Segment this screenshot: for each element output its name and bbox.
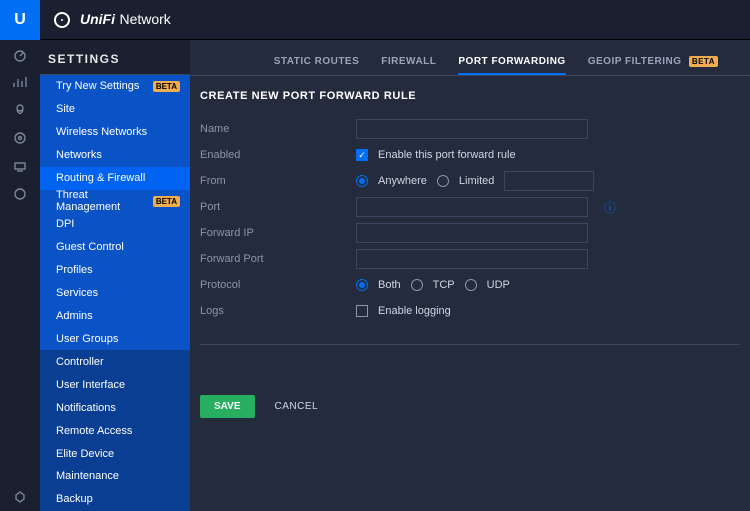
sidebar-item-backup[interactable]: Backup (40, 488, 190, 511)
sidebar-item-label: Try New Settings (56, 80, 139, 92)
tab-static-routes[interactable]: STATIC ROUTES (274, 50, 360, 75)
sidebar-item-guest-control[interactable]: Guest Control (40, 236, 190, 259)
protocol-udp-label: UDP (487, 279, 510, 291)
sidebar-item-notifications[interactable]: Notifications (40, 396, 190, 419)
settings-header: SETTINGS (48, 52, 120, 66)
protocol-udp-radio[interactable] (465, 279, 477, 291)
sidebar-item-label: Elite Device (56, 448, 114, 460)
beta-badge: BETA (153, 81, 180, 92)
port-info-icon[interactable]: ⓘ (604, 199, 616, 216)
clients-icon[interactable] (0, 152, 40, 180)
sidebar-item-label: Profiles (56, 264, 93, 276)
top-bar: UniFi Network (40, 0, 750, 40)
sidebar-item-label: Wireless Networks (56, 126, 147, 138)
label-enabled: Enabled (200, 149, 356, 161)
sidebar-item-label: Site (56, 103, 75, 115)
sidebar-item-label: Threat Management (56, 189, 153, 213)
sidebar-item-elite-device[interactable]: Elite Device (40, 442, 190, 465)
sidebar-item-label: Notifications (56, 402, 116, 414)
label-forward-ip: Forward IP (200, 227, 356, 239)
sidebar-item-label: Maintenance (56, 470, 119, 482)
label-protocol: Protocol (200, 279, 356, 291)
tab-port-forwarding[interactable]: PORT FORWARDING (458, 50, 565, 75)
sidebar-item-label: Routing & Firewall (56, 172, 145, 184)
from-anywhere-label: Anywhere (378, 175, 427, 187)
from-limited-label: Limited (459, 175, 494, 187)
protocol-both-label: Both (378, 279, 401, 291)
form-panel: CREATE NEW PORT FORWARD RULE Name Enable… (190, 76, 750, 428)
sidebar-item-label: Controller (56, 356, 104, 368)
tab-bar: STATIC ROUTES FIREWALL PORT FORWARDING GEOI… (190, 50, 750, 75)
port-input[interactable] (356, 197, 588, 217)
insights-icon[interactable] (0, 180, 40, 208)
actions-divider (200, 344, 740, 345)
sidebar-item-routing-firewall[interactable]: Routing & Firewall (40, 167, 190, 190)
label-name: Name (200, 123, 356, 135)
sidebar-item-services[interactable]: Services (40, 282, 190, 305)
sidebar-item-label: Remote Access (56, 425, 132, 437)
enabled-checkbox[interactable]: ✓ (356, 149, 368, 161)
form-title: CREATE NEW PORT FORWARD RULE (200, 90, 740, 102)
content-area: STATIC ROUTES FIREWALL PORT FORWARDING GEOI… (190, 40, 750, 511)
sidebar-item-site[interactable]: Site (40, 98, 190, 121)
beta-badge: BETA (689, 56, 718, 67)
sidebar-item-label: Admins (56, 310, 93, 322)
from-limited-radio[interactable] (437, 175, 449, 187)
sidebar-item-maintenance[interactable]: Maintenance (40, 465, 190, 488)
sidebar-item-networks[interactable]: Networks (40, 144, 190, 167)
sidebar-item-label: User Interface (56, 379, 125, 391)
sidebar-item-label: DPI (56, 218, 74, 230)
sidebar-item-label: Services (56, 287, 98, 299)
brand-circle-icon (54, 12, 70, 28)
sidebar-item-admins[interactable]: Admins (40, 304, 190, 327)
sidebar-item-user-interface[interactable]: User Interface (40, 373, 190, 396)
from-anywhere-radio[interactable] (356, 175, 368, 187)
sidebar-item-remote-access[interactable]: Remote Access (40, 419, 190, 442)
sidebar-item-try-new-settings[interactable]: Try New Settings BETA (40, 75, 190, 98)
sidebar-item-label: Guest Control (56, 241, 124, 253)
sidebar-item-controller[interactable]: Controller (40, 350, 190, 373)
sidebar-item-dpi[interactable]: DPI (40, 213, 190, 236)
label-from: From (200, 175, 356, 187)
statistics-icon[interactable] (0, 68, 40, 96)
beta-badge: BETA (153, 196, 180, 207)
from-limited-input[interactable] (504, 171, 594, 191)
map-icon[interactable] (0, 96, 40, 124)
protocol-tcp-label: TCP (433, 279, 455, 291)
settings-sidebar: Try New Settings BETA Site Wireless Network… (40, 75, 190, 511)
sidebar-item-user-groups[interactable]: User Groups (40, 327, 190, 350)
icon-sidebar: U (0, 0, 40, 511)
dashboard-icon[interactable] (0, 40, 40, 68)
settings-icon[interactable] (0, 483, 40, 511)
logging-checkbox[interactable] (356, 305, 368, 317)
protocol-tcp-radio[interactable] (411, 279, 423, 291)
sidebar-item-threat-management[interactable]: Threat ManagementBETA (40, 190, 190, 213)
sidebar-item-wireless-networks[interactable]: Wireless Networks (40, 121, 190, 144)
label-forward-port: Forward Port (200, 253, 356, 265)
unifi-logo[interactable]: U (0, 0, 40, 40)
enabled-text: Enable this port forward rule (378, 149, 516, 161)
devices-icon[interactable] (0, 124, 40, 152)
label-logs: Logs (200, 305, 356, 317)
protocol-both-radio[interactable] (356, 279, 368, 291)
sidebar-item-profiles[interactable]: Profiles (40, 259, 190, 282)
forward-ip-input[interactable] (356, 223, 588, 243)
sidebar-item-label: Backup (56, 493, 93, 505)
sidebar-item-label: Networks (56, 149, 102, 161)
brand-name: UniFi Network (80, 11, 171, 29)
sidebar-item-label: User Groups (56, 333, 118, 345)
cancel-button[interactable]: CANCEL (275, 401, 319, 412)
name-input[interactable] (356, 119, 588, 139)
forward-port-input[interactable] (356, 249, 588, 269)
logging-text: Enable logging (378, 305, 451, 317)
save-button[interactable]: SAVE (200, 395, 255, 418)
tab-firewall[interactable]: FIREWALL (381, 50, 436, 75)
tab-geoip-filtering[interactable]: GEOIP FILTERING BETA (588, 50, 728, 75)
label-port: Port (200, 201, 356, 213)
